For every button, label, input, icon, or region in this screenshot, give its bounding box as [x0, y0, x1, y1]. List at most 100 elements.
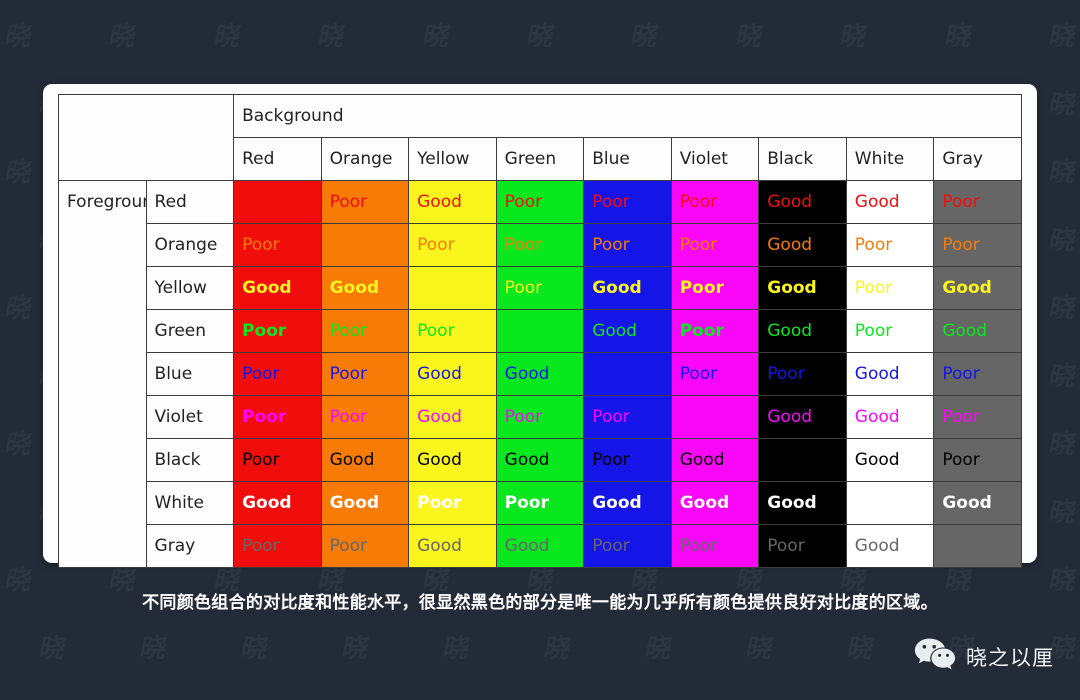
cell-orange-on-violet: Poor [670, 223, 760, 267]
watermark-glyph: 晓 [1046, 293, 1077, 324]
cell-orange-on-black: Good [758, 223, 847, 267]
cell-yellow-on-red: Good [233, 266, 322, 310]
cell-violet-on-gray: Poor [933, 395, 1022, 439]
table-row: Black Poor Good Good Good Poor Good Good Poor [59, 438, 1022, 482]
cell-blue-on-green: Good [495, 352, 585, 396]
cell-blue-on-red: Poor [233, 352, 322, 396]
watermark-glyph: 晓 [440, 633, 471, 664]
cell-black-on-gray: Poor [933, 438, 1022, 482]
watermark-glyph: 晓 [524, 21, 555, 52]
watermark-glyph: 晓 [1046, 157, 1077, 188]
row-header-white: White [145, 481, 235, 525]
watermark-glyph: 晓 [1046, 429, 1077, 460]
background-axis-label: Background [233, 94, 1022, 138]
column-header-black: Black [758, 137, 847, 181]
wechat-badge: 晓之以厘 [914, 637, 1054, 676]
watermark-glyph: 晓 [211, 696, 243, 700]
row-header-gray: Gray [145, 524, 235, 568]
row-header-black: Black [145, 438, 235, 482]
cell-violet-on-red: Poor [233, 395, 322, 439]
cell-yellow-on-green: Poor [495, 266, 585, 310]
cell-white-on-green: Poor [495, 481, 585, 525]
cell-green-on-blue: Good [583, 309, 672, 353]
cell-red-on-red [233, 180, 322, 224]
cell-red-on-blue: Poor [583, 180, 672, 224]
cell-gray-on-blue: Poor [583, 524, 672, 568]
table-row: ForegroundRedPoorGoodPoorPoorPoorGoodGoo… [58, 180, 1022, 568]
cell-white-on-violet: Good [670, 481, 760, 525]
cell-red-on-black: Good [758, 180, 847, 224]
cell-violet-on-violet [670, 395, 760, 439]
watermark-glyph: 晓 [211, 21, 242, 52]
cell-yellow-on-orange: Good [320, 266, 410, 310]
cell-green-on-gray: Good [933, 309, 1022, 353]
cell-yellow-on-yellow [408, 266, 497, 310]
cell-gray-on-red: Poor [233, 524, 322, 568]
matrix-header-row-background: Background [57, 94, 1022, 181]
cell-gray-on-orange: Poor [320, 524, 410, 568]
cell-gray-on-green: Good [495, 524, 585, 568]
watermark-glyph: 晓 [1046, 21, 1077, 52]
cell-black-on-orange: Good [320, 438, 410, 482]
cell-red-on-gray: Poor [933, 180, 1022, 224]
watermark-glyph: 晓 [2, 21, 33, 52]
cell-orange-on-green: Poor [495, 223, 585, 267]
row-header-yellow: Yellow [145, 266, 235, 310]
cell-blue-on-violet: Poor [670, 352, 760, 396]
watermark-glyph: 晓 [743, 633, 774, 664]
cell-green-on-green [495, 309, 585, 353]
cell-green-on-orange: Poor [320, 309, 410, 353]
table-row: Yellow Good Good Poor Good Poor Good Poor Good [59, 266, 1022, 310]
watermark-glyph: 晓 [524, 696, 556, 700]
watermark-glyph: 晓 [2, 429, 33, 460]
cell-blue-on-gray: Poor [933, 352, 1022, 396]
cell-red-on-green: Poor [495, 180, 585, 224]
watermark-glyph: 晓 [2, 696, 34, 700]
foreground-axis-label: Foreground [58, 180, 147, 568]
watermark-glyph: 晓 [2, 157, 33, 188]
matrix-corner-cell [57, 94, 235, 181]
watermark-glyph: 晓 [1046, 497, 1077, 528]
cell-red-on-yellow: Good [408, 180, 497, 224]
cell-yellow-on-gray: Good [933, 266, 1022, 310]
watermark-glyph: 晓 [106, 21, 138, 52]
watermark-row: 晓晓晓晓晓晓晓晓晓晓晓 [0, 0, 1080, 68]
cell-green-on-black: Good [758, 309, 847, 353]
cell-violet-on-blue: Poor [583, 395, 672, 439]
watermark-glyph: 晓 [541, 633, 572, 664]
watermark-glyph: 晓 [942, 696, 974, 700]
cell-yellow-on-white: Poor [845, 266, 935, 310]
cell-violet-on-white: Good [845, 395, 935, 439]
cell-gray-on-black: Poor [758, 524, 847, 568]
row-header-blue: Blue [145, 352, 235, 396]
cell-black-on-white: Good [845, 438, 935, 482]
cell-violet-on-green: Poor [495, 395, 585, 439]
cell-orange-on-blue: Poor [583, 223, 672, 267]
column-header-red: Red [233, 137, 322, 181]
table-row: Gray Poor Poor Good Good Poor Poor Poor Good [59, 524, 1022, 568]
cell-violet-on-yellow: Good [408, 395, 497, 439]
wechat-account-name: 晓之以厘 [966, 645, 1054, 670]
column-header-orange: Orange [320, 137, 410, 181]
table-row: Violet Poor Poor Good Poor Poor Good Good Poor [59, 395, 1022, 439]
cell-blue-on-blue [583, 352, 672, 396]
cell-black-on-red: Poor [233, 438, 322, 482]
cell-red-on-white: Good [845, 180, 935, 224]
watermark-glyph: 晓 [844, 633, 875, 664]
cell-violet-on-black: Good [758, 395, 847, 439]
cell-blue-on-yellow: Good [408, 352, 497, 396]
table-row: Orange Poor Poor Poor Poor Poor Good Poor Poor [59, 223, 1022, 267]
watermark-glyph: 晓 [315, 696, 347, 700]
watermark-row: 晓晓晓晓晓晓晓晓晓晓晓 [0, 680, 1080, 700]
watermark-glyph: 晓 [628, 696, 660, 700]
cell-black-on-blue: Poor [583, 438, 672, 482]
cell-red-on-violet: Poor [670, 180, 760, 224]
watermark-glyph: 晓 [1046, 89, 1077, 120]
column-header-yellow: Yellow [408, 137, 497, 181]
column-header-violet: Violet [670, 137, 760, 181]
row-header-red: Red [145, 180, 235, 224]
table-row: White Good Good Poor Poor Good Good Good Good [59, 481, 1022, 525]
watermark-glyph: 晓 [1046, 225, 1077, 256]
row-header-orange: Orange [145, 223, 235, 267]
watermark-glyph: 晓 [2, 293, 33, 324]
